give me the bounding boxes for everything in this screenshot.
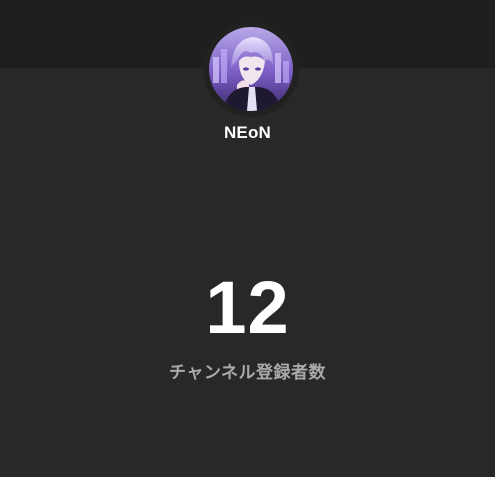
channel-name[interactable]: NEoN	[0, 123, 495, 143]
avatar-illustration	[209, 27, 293, 111]
subscriber-count: 12	[205, 266, 290, 349]
channel-avatar[interactable]	[209, 27, 293, 111]
subscriber-label: チャンネル登録者数	[169, 363, 326, 382]
subscriber-counter-page: NEoN 12 チャンネル登録者数	[0, 0, 495, 477]
